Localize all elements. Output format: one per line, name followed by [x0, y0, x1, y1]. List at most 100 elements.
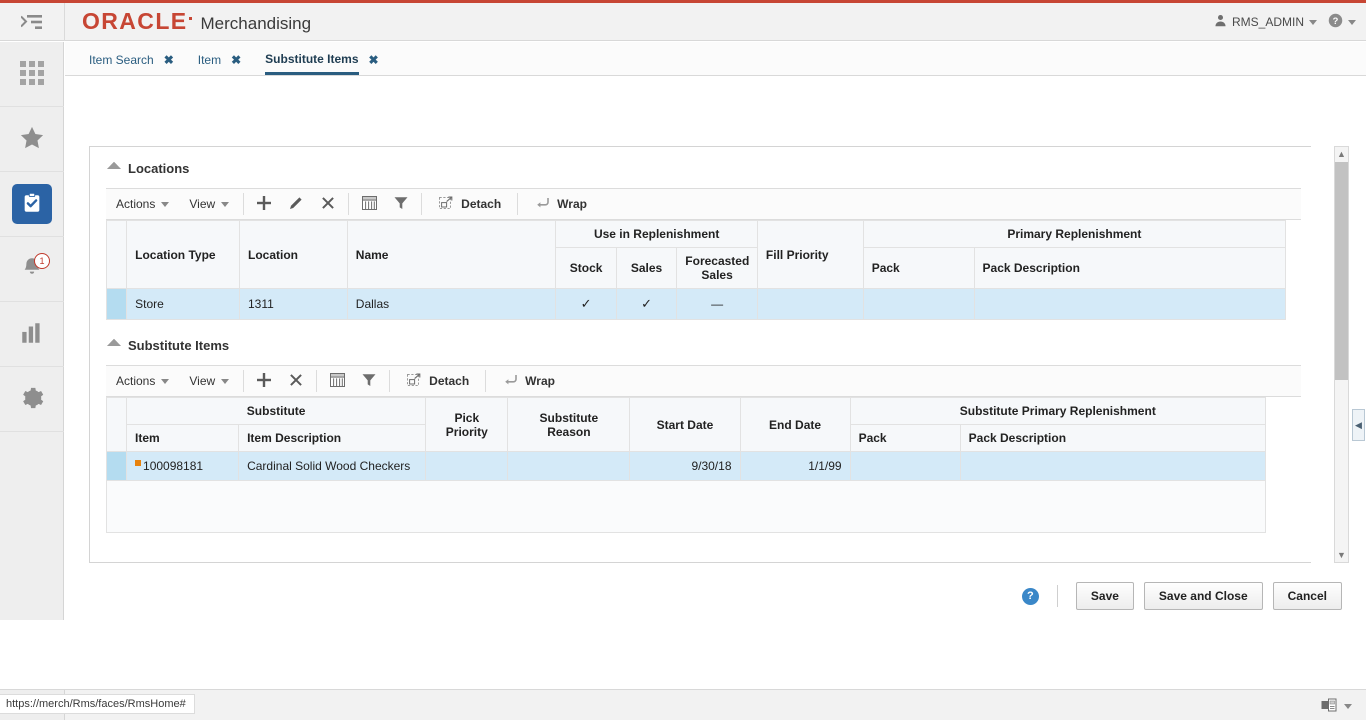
save-button[interactable]: Save — [1075, 582, 1134, 610]
substitute-delete-button[interactable] — [280, 366, 312, 396]
col-location-type[interactable]: Location Type — [126, 220, 240, 289]
col-substitute-reason[interactable]: Substitute Reason — [507, 397, 631, 452]
col-location[interactable]: Location — [238, 220, 348, 289]
toolbar-divider — [421, 193, 423, 215]
locations-view-menu[interactable]: View — [179, 189, 239, 219]
cancel-button[interactable]: Cancel — [1272, 582, 1342, 610]
tab-label: Substitute Items — [265, 44, 359, 75]
actions-label: Actions — [116, 197, 156, 211]
group-substitute: Substitute — [126, 397, 427, 425]
col-pack-description[interactable]: Pack Description — [959, 424, 1267, 452]
col-name[interactable]: Name — [346, 220, 557, 289]
col-fill-priority[interactable]: Fill Priority — [756, 220, 864, 289]
changed-indicator-icon — [135, 460, 142, 466]
rail-item-favorites[interactable] — [0, 107, 64, 172]
tab-item[interactable]: Item ✖ — [186, 43, 253, 76]
locations-wrap-button[interactable]: Wrap — [522, 189, 599, 219]
col-stock[interactable]: Stock — [555, 247, 617, 289]
cell-location: 1311 — [238, 288, 348, 320]
close-icon[interactable]: ✖ — [369, 53, 379, 67]
substitute-grid-wrap: Substitute Pick Priority Substitute Reas… — [105, 397, 1311, 533]
rail-item-reports[interactable] — [0, 302, 64, 367]
status-url: https://merch/Rms/faces/RmsHome# — [0, 694, 195, 714]
substitute-detach-button[interactable]: Detach — [394, 366, 481, 396]
col-start-date[interactable]: Start Date — [629, 397, 741, 452]
substitute-view-menu[interactable]: View — [179, 366, 239, 396]
chevron-down-icon — [221, 201, 230, 207]
substitute-items-toolbar: Actions View Detach Wrap — [106, 365, 1301, 397]
close-icon[interactable]: ✖ — [164, 53, 174, 67]
col-forecasted-sales[interactable]: Forecasted Sales — [676, 247, 758, 289]
cell-start-date: 9/30/18 — [629, 451, 741, 481]
locations-actions-menu[interactable]: Actions — [106, 189, 179, 219]
locations-detach-button[interactable]: Detach — [426, 189, 513, 219]
tab-label: Item Search — [89, 52, 154, 67]
tab-bar: Item Search ✖ Item ✖ Substitute Items ✖ — [65, 42, 1366, 76]
application-window: ORACLE Merchandising RMS_ADMIN ? 1 Item … — [0, 0, 1366, 720]
scroll-down-button[interactable]: ▼ — [1335, 548, 1348, 562]
col-end-date[interactable]: End Date — [739, 397, 851, 452]
cell-stock: ✓ — [555, 288, 617, 320]
save-and-close-button[interactable]: Save and Close — [1143, 582, 1263, 610]
scroll-up-button[interactable]: ▲ — [1335, 147, 1348, 161]
col-pack[interactable]: Pack — [849, 424, 961, 452]
edit-pencil-icon — [288, 195, 304, 214]
rail-item-settings[interactable] — [0, 367, 64, 432]
empty-rows-area — [106, 481, 1266, 533]
tasks-clipboard-icon — [21, 192, 43, 217]
help-question-icon[interactable]: ? — [1021, 587, 1039, 605]
collapse-triangle-icon[interactable] — [106, 161, 122, 176]
toolbar-divider — [348, 193, 350, 215]
substitute-wrap-button[interactable]: Wrap — [490, 366, 567, 396]
rail-item-apps[interactable] — [0, 42, 64, 107]
app-title: Merchandising — [200, 14, 312, 33]
detach-icon — [438, 195, 454, 214]
locations-add-button[interactable] — [248, 189, 280, 219]
locations-filter-button[interactable] — [385, 189, 417, 219]
toolbar-divider — [316, 370, 318, 392]
substitute-filter-button[interactable] — [353, 366, 385, 396]
toolbar-divider — [389, 370, 391, 392]
rail-item-tasks[interactable] — [0, 172, 64, 237]
col-item-description[interactable]: Item Description — [238, 424, 427, 452]
col-pack-description[interactable]: Pack Description — [973, 247, 1287, 289]
collapse-triangle-icon[interactable] — [106, 338, 122, 353]
rail-active-indicator — [12, 184, 52, 224]
side-panel-toggle-handle[interactable]: ◀ — [1352, 409, 1365, 441]
locations-delete-button[interactable] — [312, 189, 344, 219]
filter-funnel-icon — [393, 195, 409, 214]
chevron-down-icon[interactable] — [1344, 704, 1352, 709]
user-menu[interactable]: RMS_ADMIN — [1214, 14, 1317, 30]
locations-export-button[interactable] — [353, 189, 385, 219]
row-selector-cell[interactable] — [105, 288, 128, 320]
table-row[interactable]: 100098181 Cardinal Solid Wood Checkers 9… — [105, 451, 1267, 481]
col-sales[interactable]: Sales — [615, 247, 678, 289]
cell-end-date: 1/1/99 — [739, 451, 851, 481]
substitute-export-button[interactable] — [321, 366, 353, 396]
col-pack[interactable]: Pack — [862, 247, 975, 289]
panel-vertical-scrollbar[interactable]: ▲ ▼ — [1334, 146, 1349, 563]
locations-edit-button[interactable] — [280, 189, 312, 219]
toolbar-divider — [243, 370, 245, 392]
col-pick-priority[interactable]: Pick Priority — [425, 397, 509, 452]
apps-grid-icon — [18, 59, 46, 90]
scroll-thumb[interactable] — [1335, 162, 1348, 380]
substitute-header-group-row: Substitute Pick Priority Substitute Reas… — [105, 397, 1267, 452]
substitute-items-table: Substitute Pick Priority Substitute Reas… — [105, 397, 1267, 481]
row-selector-cell[interactable] — [105, 451, 128, 481]
table-row[interactable]: Store 1311 Dallas ✓ ✓ — — [105, 288, 1287, 320]
printer-device-icon[interactable] — [1321, 698, 1337, 715]
collapse-menu-icon[interactable] — [0, 3, 65, 41]
substitute-actions-menu[interactable]: Actions — [106, 366, 179, 396]
substitute-add-button[interactable] — [248, 366, 280, 396]
locations-grid-wrap: Location Type Location Name Use in Reple… — [105, 220, 1311, 320]
view-label: View — [189, 197, 216, 211]
rail-item-notifications[interactable]: 1 — [0, 237, 64, 302]
tab-substitute-items[interactable]: Substitute Items ✖ — [253, 43, 390, 76]
locations-toolbar: Actions View Detach Wrap — [106, 188, 1301, 220]
col-item[interactable]: Item — [126, 424, 240, 452]
tab-item-search[interactable]: Item Search ✖ — [77, 43, 186, 76]
close-icon[interactable]: ✖ — [231, 53, 241, 67]
help-menu[interactable]: ? — [1328, 13, 1356, 31]
group-use-in-replenishment: Use in Replenishment — [555, 220, 758, 248]
